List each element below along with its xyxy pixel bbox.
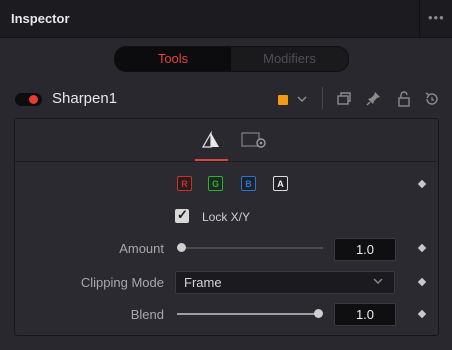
tab-tools[interactable]: Tools: [115, 47, 231, 71]
control-page-tabs: [15, 119, 437, 162]
blend-slider-handle[interactable]: [314, 309, 323, 318]
inspector-tabs: Tools Modifiers: [114, 46, 349, 72]
channel-green-button[interactable]: G: [208, 176, 223, 191]
amount-value-field[interactable]: 1.0: [334, 238, 396, 261]
lock-icon[interactable]: [397, 90, 411, 108]
pin-icon[interactable]: [366, 90, 382, 108]
clipping-mode-select[interactable]: Frame: [175, 271, 395, 294]
clipping-mode-value: Frame: [184, 275, 222, 290]
chevron-down-icon: [372, 274, 384, 291]
node-enable-toggle[interactable]: [15, 93, 42, 106]
channel-blue-button[interactable]: B: [241, 176, 256, 191]
amount-slider[interactable]: [177, 243, 323, 252]
channel-alpha-button[interactable]: A: [273, 176, 288, 191]
blend-slider-fill: [177, 313, 318, 315]
node-color-swatch[interactable]: [278, 95, 288, 105]
title-separator: [419, 0, 420, 37]
channel-red-button[interactable]: R: [177, 176, 192, 191]
blend-slider[interactable]: [177, 309, 323, 318]
node-name: Sharpen1: [52, 90, 118, 107]
lock-xy-checkbox[interactable]: ✓: [175, 207, 189, 223]
tab-modifiers[interactable]: Modifiers: [231, 47, 348, 71]
blend-value-field[interactable]: 1.0: [334, 303, 396, 326]
versions-icon[interactable]: [336, 90, 352, 108]
settings-tab-icon[interactable]: [241, 130, 269, 150]
active-subtab-indicator: [195, 159, 228, 161]
controls-tab-icon[interactable]: [201, 130, 221, 150]
inspector-title-bar: Inspector •••: [0, 0, 452, 38]
amount-slider-handle[interactable]: [177, 243, 186, 252]
lock-xy-label: Lock X/Y: [202, 210, 251, 224]
reset-icon[interactable]: [424, 90, 440, 108]
header-divider: [322, 87, 323, 109]
amount-label: Amount: [119, 241, 164, 256]
chevron-down-icon[interactable]: [296, 90, 308, 108]
panel-title: Inspector: [11, 11, 70, 26]
more-options-icon[interactable]: •••: [428, 10, 445, 25]
blend-label: Blend: [130, 307, 164, 322]
checkmark-icon: ✓: [177, 207, 188, 222]
clipping-mode-label: Clipping Mode: [80, 275, 164, 290]
toggle-indicator: [29, 95, 38, 104]
